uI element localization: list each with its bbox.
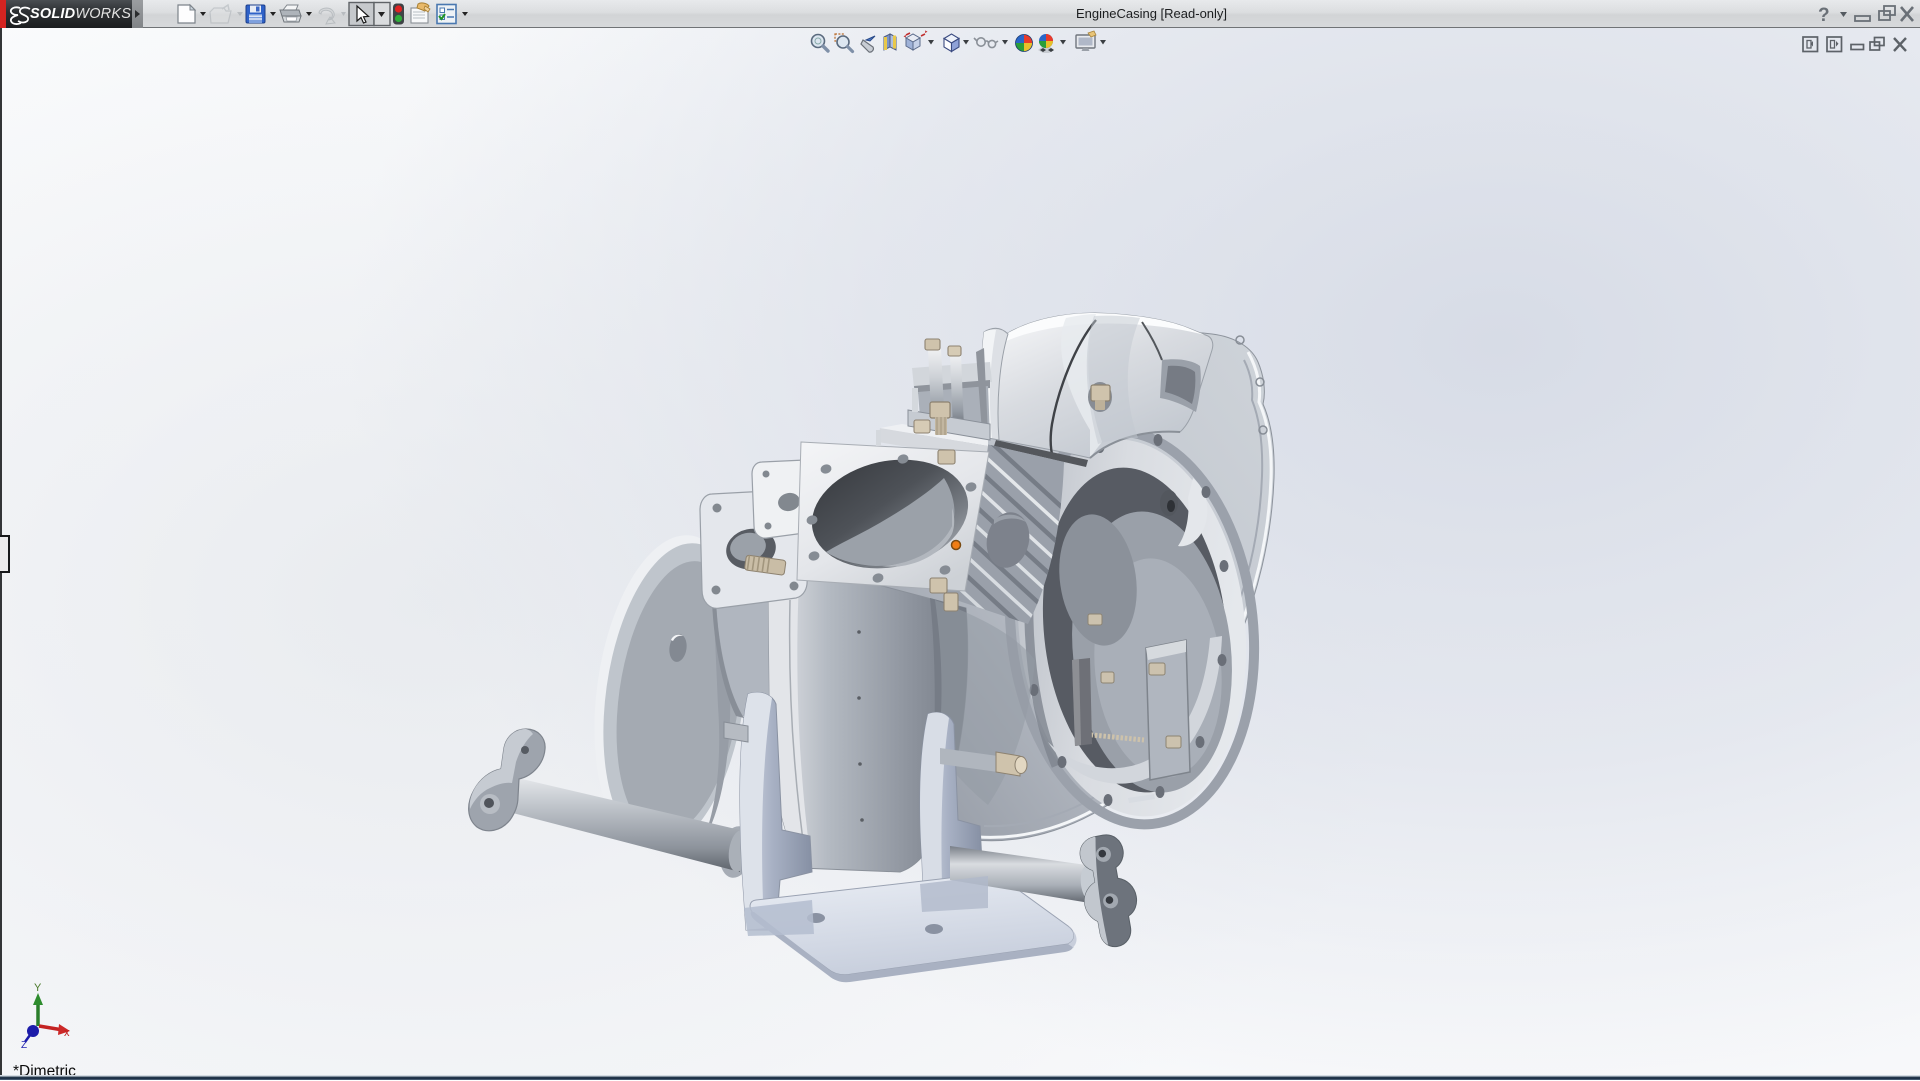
svg-text:Y: Y: [34, 982, 42, 994]
svg-text:Z: Z: [21, 1040, 27, 1051]
svg-text:x: x: [64, 1027, 70, 1039]
svg-text:?: ?: [1818, 5, 1830, 26]
